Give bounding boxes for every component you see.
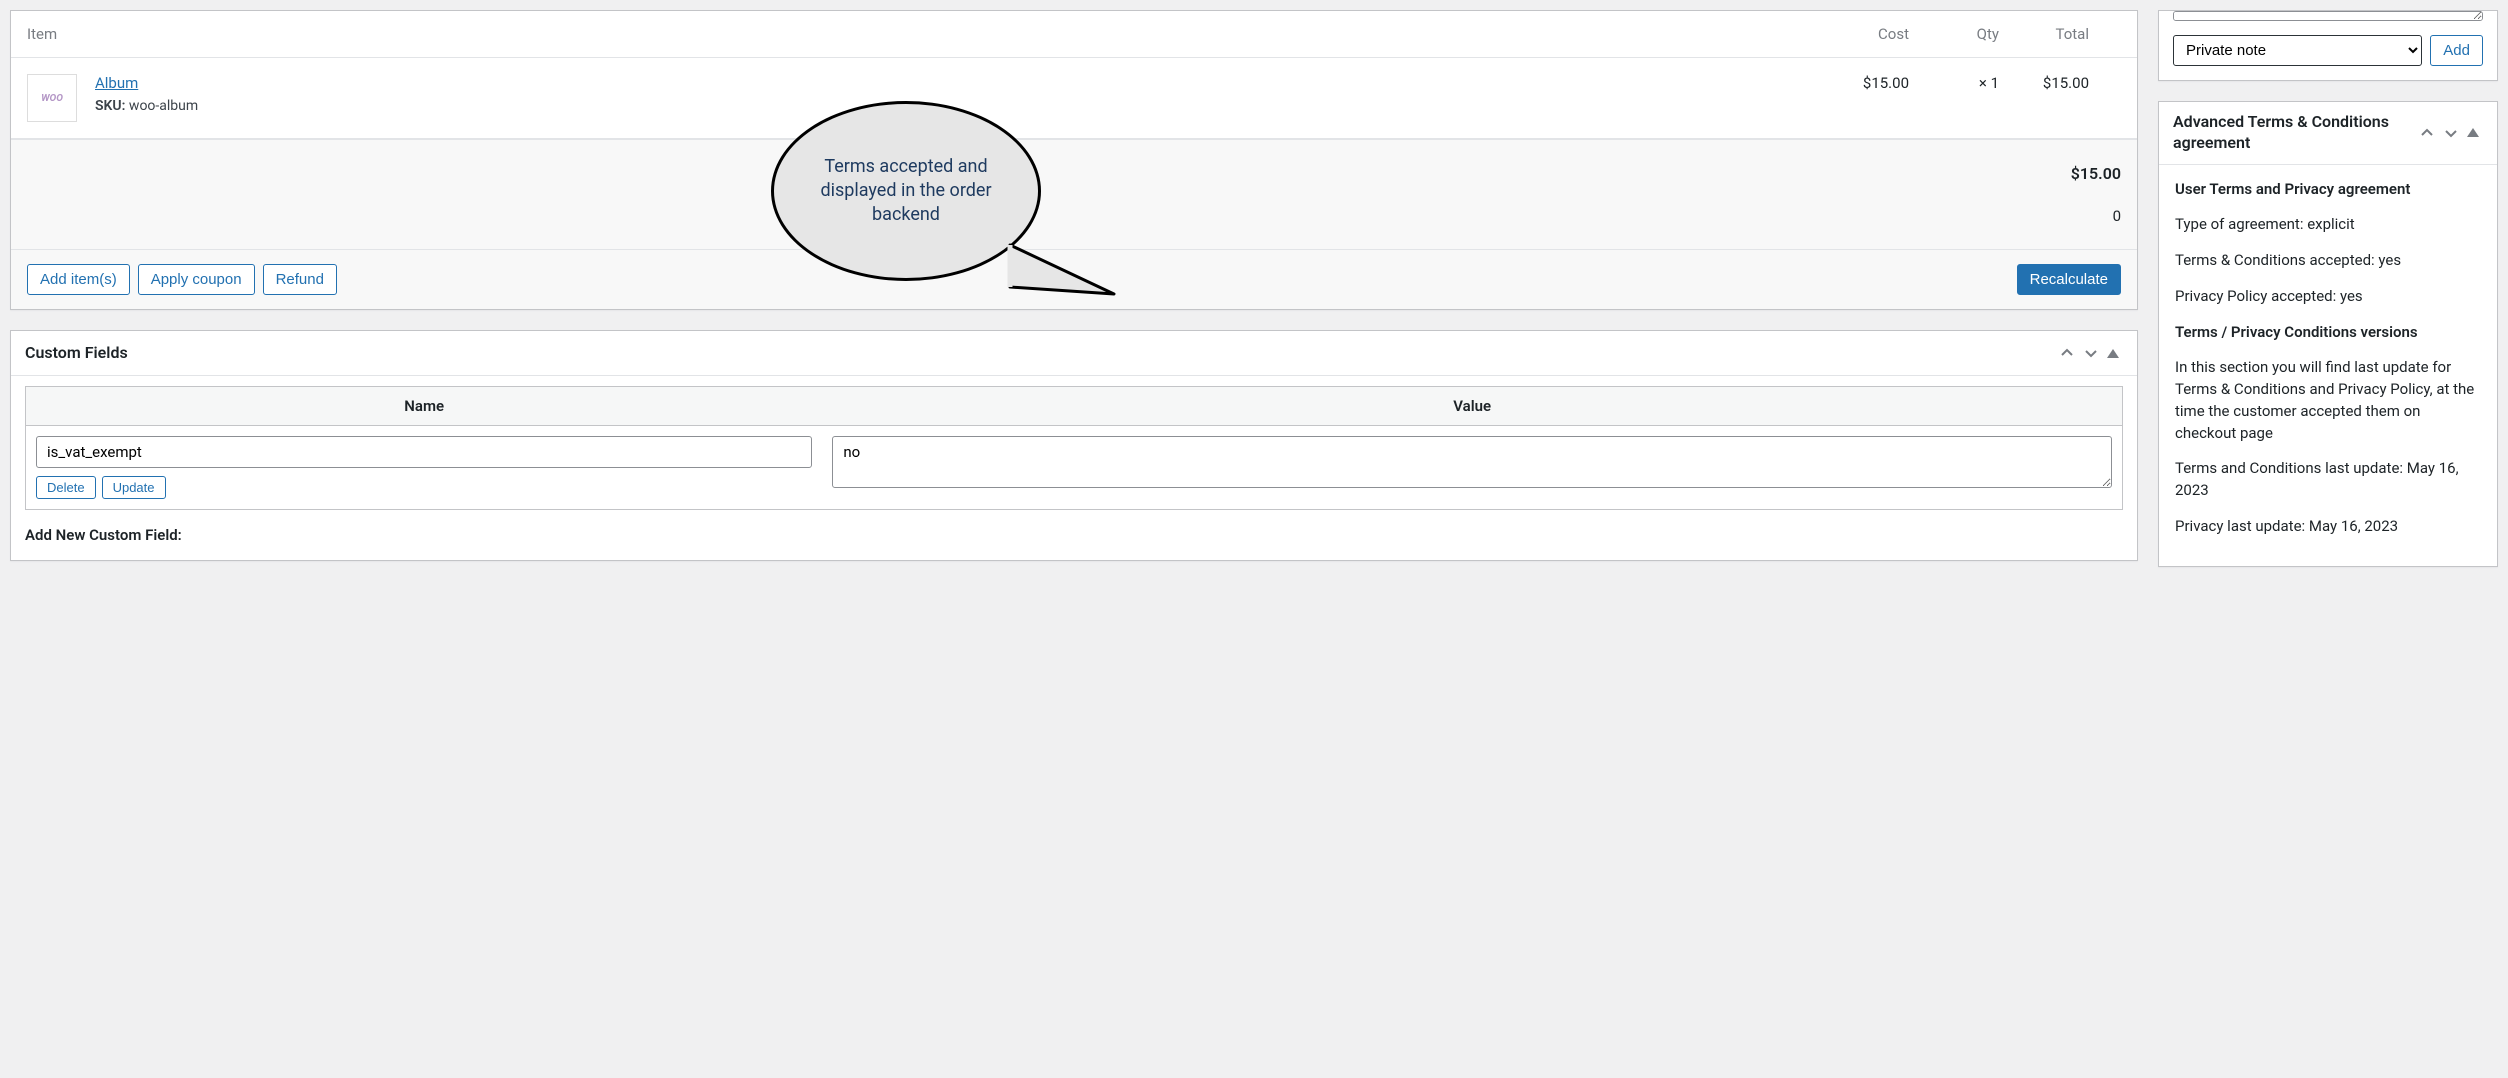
- col-header-qty: Qty: [1925, 11, 2015, 58]
- col-header-total: Total: [2015, 11, 2105, 58]
- recalculate-button[interactable]: Recalculate: [2017, 264, 2121, 295]
- col-header-cost: Cost: [1835, 11, 1925, 58]
- cf-update-button[interactable]: Update: [102, 476, 166, 499]
- toggle-panel-icon[interactable]: [2463, 124, 2483, 141]
- order-items-table: Item Cost Qty Total WOO Album: [11, 11, 2137, 139]
- product-name-link[interactable]: Album: [95, 74, 138, 92]
- move-down-icon[interactable]: [2439, 121, 2463, 145]
- apply-coupon-button[interactable]: Apply coupon: [138, 264, 255, 295]
- cf-value-textarea[interactable]: [832, 436, 2112, 488]
- move-down-icon[interactable]: [2079, 341, 2103, 365]
- add-note-button[interactable]: Add: [2430, 35, 2483, 66]
- product-thumbnail[interactable]: WOO: [27, 74, 77, 122]
- order-total: $15.00: [2071, 164, 2121, 183]
- tc-last-update: Terms and Conditions last update: May 16…: [2175, 458, 2481, 502]
- terms-h1: User Terms and Privacy agreement: [2175, 180, 2410, 198]
- item-qty: × 1: [1925, 58, 2015, 139]
- custom-field-row: Delete Update: [26, 426, 2123, 510]
- add-items-button[interactable]: Add item(s): [27, 264, 130, 295]
- order-secondary-total: 0: [2071, 207, 2121, 225]
- refund-button[interactable]: Refund: [263, 264, 337, 295]
- order-totals-region: $15.00 0: [11, 139, 2137, 249]
- add-new-custom-field-label: Add New Custom Field:: [25, 526, 2123, 544]
- custom-fields-panel: Custom Fields Name Value: [10, 330, 2138, 561]
- terms-agreement-panel: Advanced Terms & Conditions agreement Us…: [2158, 101, 2498, 567]
- item-cost: $15.00: [1835, 58, 1925, 139]
- col-header-item: Item: [11, 11, 1835, 58]
- item-total: $15.00: [2015, 58, 2105, 139]
- order-actions-bar: Add item(s) Apply coupon Refund Recalcul…: [11, 249, 2137, 309]
- terms-panel-title: Advanced Terms & Conditions agreement: [2173, 112, 2415, 154]
- move-up-icon[interactable]: [2415, 121, 2439, 145]
- pp-last-update: Privacy last update: May 16, 2023: [2175, 516, 2481, 538]
- terms-h2: Terms / Privacy Conditions versions: [2175, 323, 2418, 341]
- order-item-row: WOO Album SKU: woo-album $15.0: [11, 58, 2137, 139]
- custom-fields-table: Name Value Delete Update: [25, 386, 2123, 510]
- custom-fields-title: Custom Fields: [25, 343, 2055, 364]
- cf-name-input[interactable]: [36, 436, 812, 468]
- sku-value: woo-album: [129, 98, 198, 114]
- sku-label: SKU:: [95, 98, 125, 114]
- order-note-textarea[interactable]: [2173, 11, 2483, 21]
- note-type-select[interactable]: Private note: [2173, 35, 2422, 66]
- toggle-panel-icon[interactable]: [2103, 345, 2123, 362]
- order-items-panel: Item Cost Qty Total WOO Album: [10, 10, 2138, 310]
- tc-accepted: Terms & Conditions accepted: yes: [2175, 250, 2481, 272]
- agreement-type: Type of agreement: explicit: [2175, 214, 2481, 236]
- cf-header-name: Name: [26, 387, 823, 426]
- cf-header-value: Value: [822, 387, 2122, 426]
- order-notes-panel: Private note Add: [2158, 10, 2498, 81]
- pp-accepted: Privacy Policy accepted: yes: [2175, 286, 2481, 308]
- cf-delete-button[interactable]: Delete: [36, 476, 96, 499]
- move-up-icon[interactable]: [2055, 341, 2079, 365]
- terms-desc: In this section you will find last updat…: [2175, 357, 2481, 444]
